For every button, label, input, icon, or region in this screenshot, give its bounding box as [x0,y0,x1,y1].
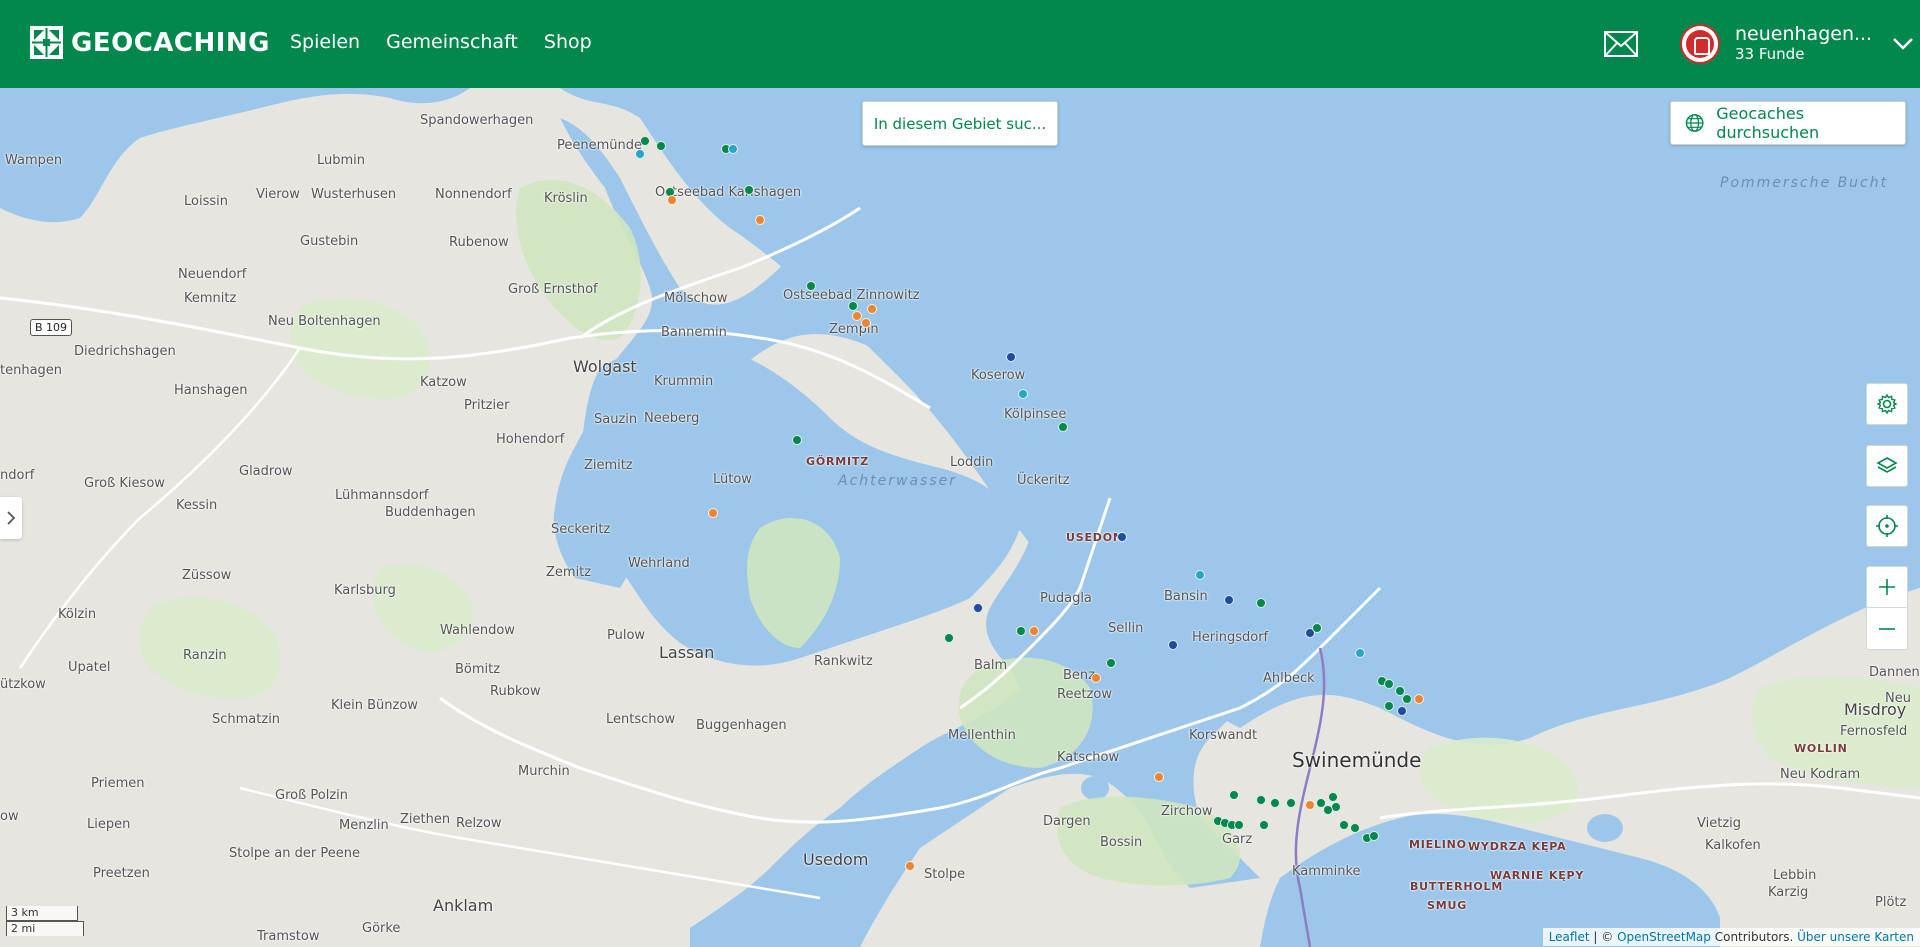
minus-icon [1879,627,1895,630]
cache-marker-traditional[interactable] [655,140,666,151]
attribution-separator: | © [1589,930,1618,944]
cache-marker-traditional[interactable] [639,135,650,146]
cache-marker-traditional[interactable] [1323,804,1333,815]
nav-shop[interactable]: Shop [544,31,592,53]
scale-mi: 2 mi [6,921,84,936]
cache-marker-multi[interactable] [1304,799,1315,810]
cache-marker-mystery[interactable] [1223,595,1234,606]
cache-marker-traditional[interactable] [1255,598,1266,609]
cache-marker-traditional[interactable] [1255,794,1266,805]
map-scale: 3 km 2 mi [6,906,84,936]
logo-text: GEOCACHING [71,27,271,58]
browse-geocaches-label: Geocaches durchsuchen [1716,104,1820,142]
cache-marker-traditional[interactable] [791,434,802,445]
zoom-in-button[interactable] [1867,567,1907,608]
map-base-layer [0,88,1920,947]
cache-marker-multi[interactable] [708,507,719,518]
nav-spielen[interactable]: Spielen [290,31,360,53]
browse-geocaches-button[interactable]: Geocaches durchsuchen [1670,101,1906,145]
cache-marker-earth[interactable] [1017,388,1028,399]
top-navigation-bar: GEOCACHING Spielen Gemeinschaft Shop neu… [0,0,1920,88]
geocaching-logo[interactable]: GEOCACHING [30,26,270,59]
user-menu[interactable]: neuenhagen... 33 Funde [1680,24,1914,64]
map-attribution: Leaflet | © OpenStreetMap Contributors. … [1542,928,1920,946]
cache-marker-traditional[interactable] [1383,679,1394,690]
cache-marker-mystery[interactable] [1397,705,1408,716]
avatar [1680,24,1720,64]
cache-marker-earth[interactable] [635,149,645,160]
cache-marker-traditional[interactable] [1311,623,1322,634]
cache-marker-traditional[interactable] [847,301,858,312]
gear-icon [1876,393,1898,415]
cache-marker-traditional[interactable] [943,633,954,644]
cache-marker-multi[interactable] [904,861,915,872]
user-name: neuenhagen... [1735,23,1873,46]
map-canvas[interactable]: Spandowerhagen Peenemünde Wampen Lubmin Lois… [0,88,1920,947]
cache-marker-traditional[interactable] [1401,694,1412,705]
attribution-contributors: Contributors. [1710,930,1798,944]
chevron-right-icon [7,511,16,525]
osm-link[interactable]: OpenStreetMap [1617,930,1711,944]
cache-marker-traditional[interactable] [1233,819,1244,830]
zoom-control [1866,566,1908,650]
cache-marker-multi[interactable] [1091,672,1101,683]
map-layers-button[interactable] [1866,445,1908,487]
sidebar-toggle-button[interactable] [0,497,22,539]
cache-marker-traditional[interactable] [1057,421,1068,432]
main-nav: Spielen Gemeinschaft Shop [290,31,592,53]
cache-marker-traditional[interactable] [1339,819,1349,830]
about-maps-link[interactable]: Über unsere Karten [1797,930,1914,944]
plus-icon [1879,579,1895,595]
crosshair-icon [1876,515,1898,537]
zoom-out-button[interactable] [1867,608,1907,649]
cache-marker-earth[interactable] [727,144,738,155]
cache-marker-earth[interactable] [1355,647,1365,658]
user-info: neuenhagen... 33 Funde [1735,24,1872,63]
chevron-down-icon[interactable] [1892,37,1914,51]
road-shield-b109: B 109 [30,319,73,336]
cache-marker-traditional[interactable] [1383,700,1394,711]
cache-marker-multi[interactable] [861,317,872,328]
layers-icon [1876,457,1898,473]
locate-me-button[interactable] [1866,505,1908,547]
scale-km: 3 km [6,906,78,921]
cache-marker-traditional[interactable] [1105,657,1116,668]
globe-icon [1685,114,1704,132]
geocaching-logo-icon [30,26,63,59]
mail-icon[interactable] [1604,31,1638,57]
cache-marker-mystery[interactable] [1167,639,1178,650]
cache-marker-multi[interactable] [1153,771,1164,782]
cache-marker-traditional[interactable] [743,185,754,196]
nav-gemeinschaft[interactable]: Gemeinschaft [386,31,518,53]
map-settings-button[interactable] [1866,383,1908,425]
user-finds-count: 33 Funde [1735,45,1805,64]
cache-marker-traditional[interactable] [1327,791,1338,802]
search-this-area-button[interactable]: In diesem Gebiet suc... [862,101,1058,146]
leaflet-link[interactable]: Leaflet [1549,930,1590,944]
cache-marker-traditional[interactable] [1368,831,1379,842]
cache-marker-traditional[interactable] [1259,819,1269,830]
